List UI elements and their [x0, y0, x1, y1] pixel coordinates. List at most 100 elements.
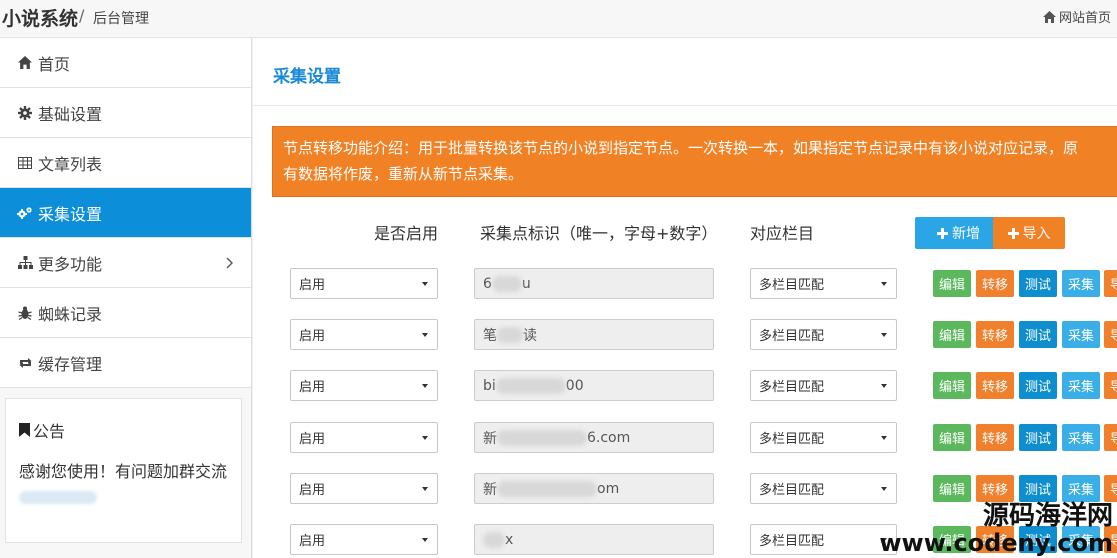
enabled-select[interactable]: 启用: [290, 524, 438, 555]
collect-button[interactable]: 采集: [1062, 321, 1100, 348]
import-button-label: 导入: [1022, 226, 1051, 242]
redacted-text: [491, 275, 522, 292]
sidebar-item-more-features[interactable]: 更多功能: [0, 238, 251, 288]
move-button[interactable]: 转移: [976, 475, 1014, 502]
category-select[interactable]: 多栏目匹配: [750, 370, 897, 401]
export-button[interactable]: 导: [1104, 424, 1117, 451]
enabled-select[interactable]: 启用: [290, 268, 438, 299]
category-select[interactable]: 多栏目匹配: [750, 524, 897, 555]
notice-title-label: 公告: [33, 422, 66, 441]
identifier-suffix: x: [505, 531, 514, 548]
edit-button[interactable]: 编辑: [933, 424, 971, 451]
edit-button[interactable]: 编辑: [933, 270, 971, 297]
category-select[interactable]: 多栏目匹配: [750, 268, 897, 299]
enabled-select[interactable]: 启用: [290, 319, 438, 350]
test-button[interactable]: 测试: [1019, 372, 1057, 399]
bug-icon: [17, 305, 33, 321]
site-home-link[interactable]: 网站首页: [1042, 7, 1111, 26]
notice-title: 公告: [19, 418, 65, 442]
table-row: 启用 bi 00 多栏目匹配 编辑 转移 测试 采集导: [253, 370, 1117, 401]
category-select-value: 多栏目匹配: [759, 329, 825, 344]
identifier-field[interactable]: 笔读: [474, 319, 714, 350]
enabled-select-value: 启用: [299, 534, 326, 549]
test-button[interactable]: 测试: [1019, 321, 1057, 348]
test-button[interactable]: 测试: [1019, 475, 1057, 502]
import-button[interactable]: 导入: [993, 217, 1065, 249]
info-alert: 节点转移功能介绍：用于批量转换该节点的小说到指定节点。一次转换一本，如果指定节点…: [272, 126, 1117, 197]
sidebar-item-spider-log[interactable]: 蜘蛛记录: [0, 288, 251, 338]
sidebar: 首页 基础设置 文章列表 采集设置 更多功能 蜘蛛记录 缓存管理 公告 感谢您使…: [0, 38, 252, 558]
category-select[interactable]: 多栏目匹配: [750, 319, 897, 350]
identifier-prefix: 新: [483, 430, 497, 447]
main-content: 采集设置 节点转移功能介绍：用于批量转换该节点的小说到指定节点。一次转换一本，如…: [253, 38, 1117, 558]
caret-down-icon: [881, 487, 887, 491]
collect-button[interactable]: 采集: [1062, 372, 1100, 399]
identifier-suffix: om: [597, 480, 620, 497]
notice-body: 感谢您使用！有问题加群交流: [19, 462, 228, 481]
redacted-text: [497, 480, 597, 497]
add-button[interactable]: 新增: [915, 217, 1002, 249]
sidebar-item-article-list[interactable]: 文章列表: [0, 138, 251, 188]
move-button[interactable]: 转移: [976, 270, 1014, 297]
edit-button[interactable]: 编辑: [933, 475, 971, 502]
move-button[interactable]: 转移: [976, 372, 1014, 399]
identifier-field[interactable]: bi 00: [474, 370, 714, 401]
category-select[interactable]: 多栏目匹配: [750, 473, 897, 504]
caret-down-icon: [422, 487, 428, 491]
table-row: 启用 6 u 多栏目匹配 编辑 转移 测试 采集导: [253, 268, 1117, 299]
enabled-select[interactable]: 启用: [290, 370, 438, 401]
sidebar-item-label: 蜘蛛记录: [38, 304, 103, 324]
test-button[interactable]: 测试: [1019, 424, 1057, 451]
sidebar-item-label: 采集设置: [38, 204, 103, 224]
move-button[interactable]: 转移: [976, 424, 1014, 451]
identifier-prefix: bi: [483, 377, 496, 394]
category-select-value: 多栏目匹配: [759, 380, 825, 395]
enabled-select-value: 启用: [299, 329, 326, 344]
export-button[interactable]: 导: [1104, 475, 1117, 502]
table-icon: [17, 155, 33, 171]
sidebar-item-home[interactable]: 首页: [0, 38, 251, 88]
enabled-select-value: 启用: [299, 483, 326, 498]
watermark-url: www.codeny.com: [879, 529, 1113, 557]
identifier-field[interactable]: 6u: [474, 268, 714, 299]
redacted-text: [497, 326, 523, 343]
category-select[interactable]: 多栏目匹配: [750, 422, 897, 453]
collect-button[interactable]: 采集: [1062, 475, 1100, 502]
identifier-prefix: 笔: [483, 327, 497, 344]
identifier-prefix: 6: [483, 275, 492, 292]
enabled-select[interactable]: 启用: [290, 422, 438, 453]
caret-down-icon: [881, 333, 887, 337]
enabled-select[interactable]: 启用: [290, 473, 438, 504]
identifier-field[interactable]: 新 6.com: [474, 422, 714, 453]
brand-title[interactable]: 小说系统: [2, 4, 78, 31]
divider: [253, 105, 1117, 106]
enabled-select-value: 启用: [299, 278, 326, 293]
collect-button[interactable]: 采集: [1062, 270, 1100, 297]
watermark-title: 源码海洋网: [982, 501, 1113, 531]
export-button[interactable]: 导: [1104, 321, 1117, 348]
move-button[interactable]: 转移: [976, 321, 1014, 348]
identifier-field[interactable]: 新 om: [474, 473, 714, 504]
identifier-prefix: 新: [483, 481, 497, 498]
export-button[interactable]: 导: [1104, 372, 1117, 399]
export-button[interactable]: 导: [1104, 270, 1117, 297]
column-header-enabled: 是否启用: [374, 224, 439, 243]
watermark: 源码海洋网 www.codeny.com: [879, 502, 1113, 556]
plus-icon: [937, 227, 948, 239]
sidebar-item-label: 更多功能: [38, 254, 103, 274]
test-button[interactable]: 测试: [1019, 270, 1057, 297]
redacted-text: [497, 429, 587, 446]
gears-icon: [17, 205, 33, 221]
edit-button[interactable]: 编辑: [933, 372, 971, 399]
sidebar-item-label: 缓存管理: [38, 354, 103, 374]
table-row: 启用 笔读 多栏目匹配 编辑 转移 测试 采集导: [253, 319, 1117, 350]
category-select-value: 多栏目匹配: [759, 278, 825, 293]
sidebar-item-cache-management[interactable]: 缓存管理: [0, 338, 251, 388]
enabled-select-value: 启用: [299, 380, 326, 395]
collect-button[interactable]: 采集: [1062, 424, 1100, 451]
identifier-field[interactable]: x: [474, 524, 714, 555]
sidebar-item-basic-settings[interactable]: 基础设置: [0, 88, 251, 138]
refresh-icon: [17, 355, 33, 371]
edit-button[interactable]: 编辑: [933, 321, 971, 348]
sidebar-item-collect-settings[interactable]: 采集设置: [0, 188, 251, 238]
